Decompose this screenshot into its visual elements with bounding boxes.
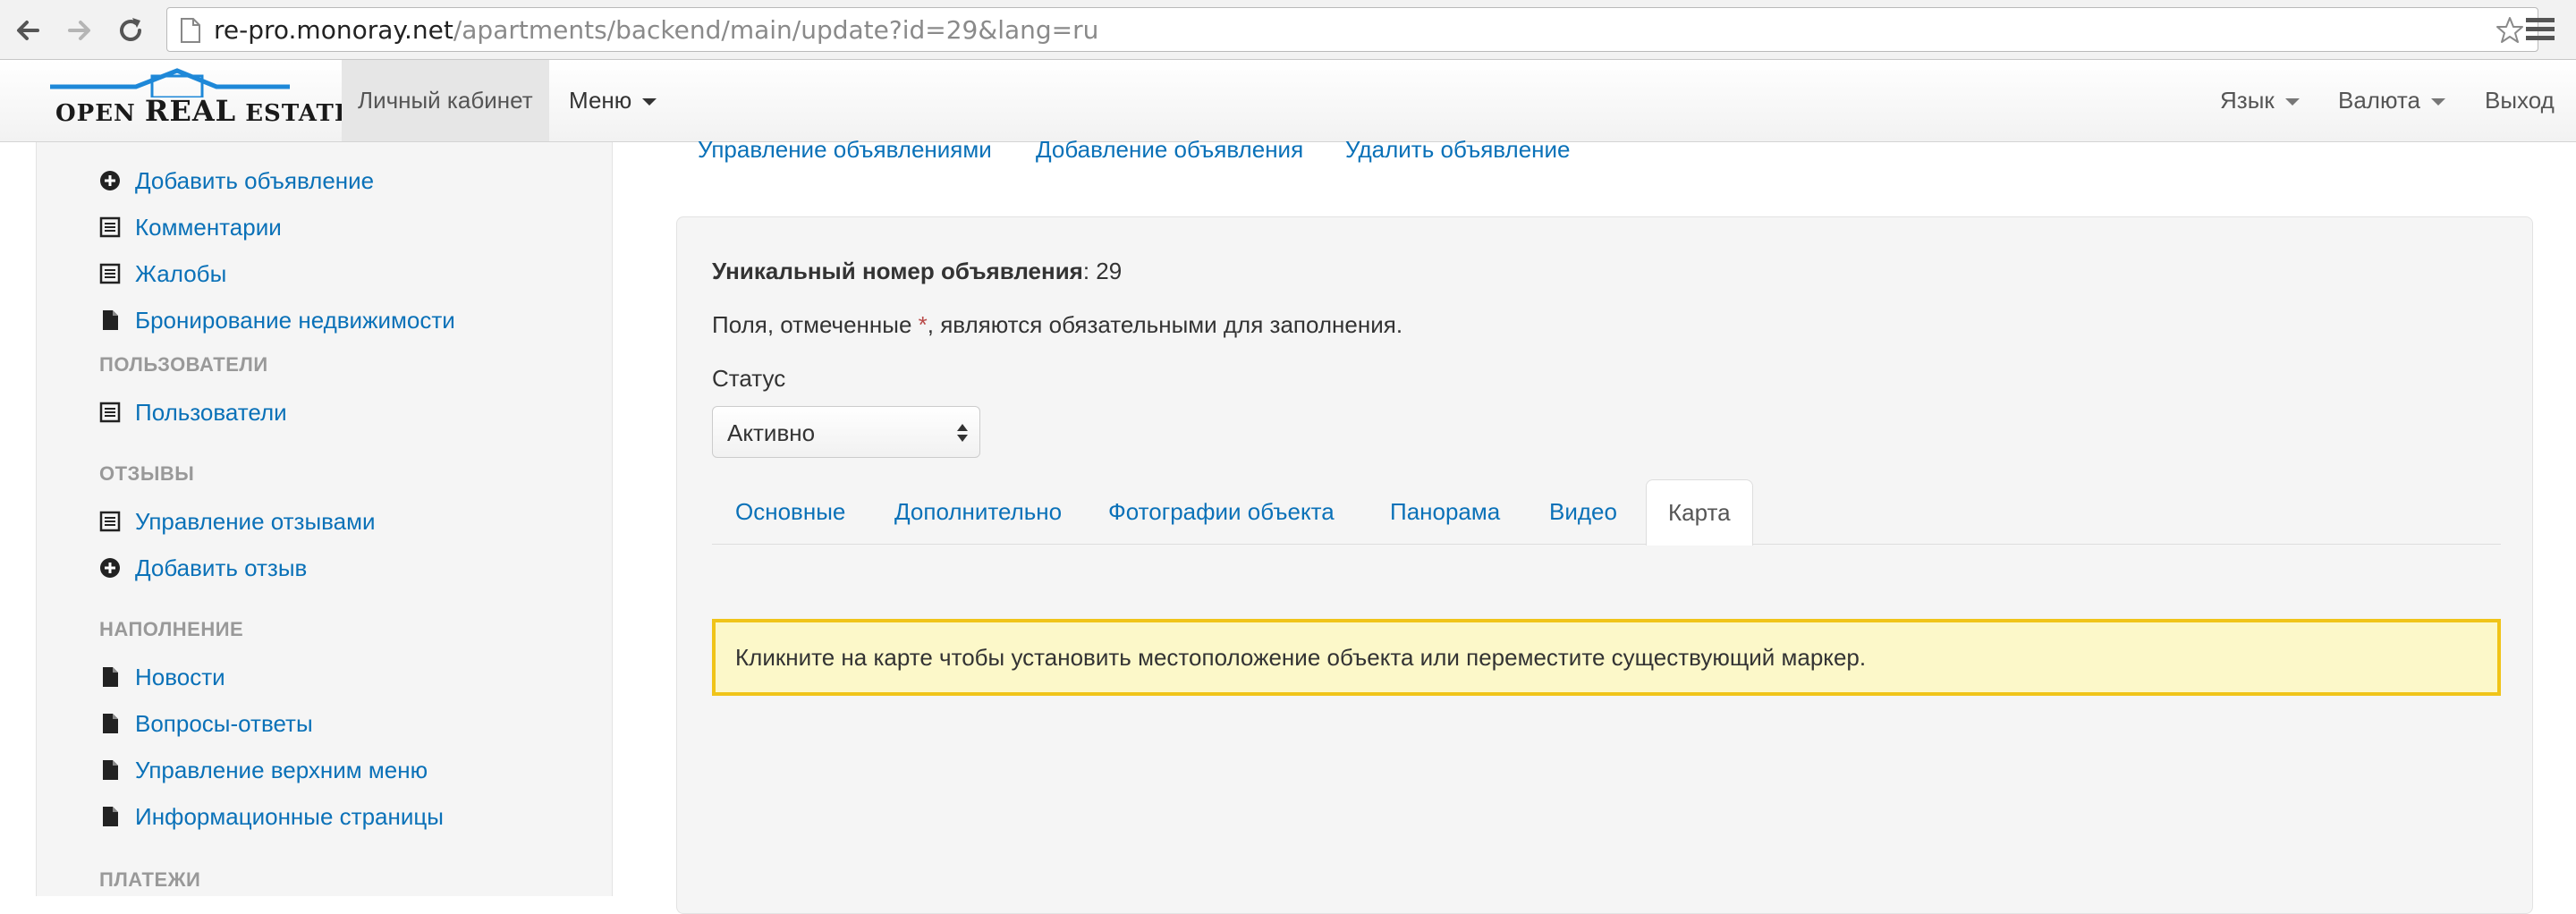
map-alert-text: Кликните на карте чтобы установить место…: [735, 644, 1867, 671]
sidebar-section-payments: ПЛАТЕЖИ: [99, 868, 201, 891]
logo-word-real: REAL: [144, 94, 237, 128]
sidebar-item-label: Вопросы-ответы: [135, 710, 313, 737]
unique-number-label: Уникальный номер объявления: [712, 258, 1083, 284]
nav-menu-label: Меню: [569, 87, 632, 114]
url-text: re-pro.monoray.net/apartments/backend/ma…: [214, 17, 1098, 44]
file-icon: [103, 667, 118, 687]
address-bar[interactable]: re-pro.monoray.net/apartments/backend/ma…: [166, 7, 2538, 52]
unique-number: Уникальный номер объявления: 29: [712, 258, 1122, 285]
plus-circle-icon: [100, 171, 120, 190]
sidebar: Добавить объявление Комментарии Жалобы Б…: [36, 142, 613, 896]
tab-map[interactable]: Карта: [1646, 479, 1753, 546]
file-icon: [103, 714, 118, 733]
menu-icon[interactable]: [2524, 14, 2556, 45]
sidebar-section-content: НАПОЛНЕНИЕ: [99, 618, 244, 640]
nav-language-dropdown[interactable]: Язык: [2220, 60, 2300, 141]
tab-video[interactable]: Видео: [1549, 479, 1617, 544]
status-label: Статус: [712, 365, 786, 392]
nav-currency-label: Валюта: [2338, 87, 2420, 114]
back-arrow-icon[interactable]: [11, 13, 47, 48]
site-navbar: OPEN REAL ESTATE Личный кабинет Меню Язы…: [0, 60, 2576, 142]
page-icon: [181, 18, 200, 43]
sidebar-item-label: Пользователи: [135, 399, 287, 426]
link-manage-listings[interactable]: Управление объявлениями: [698, 136, 992, 164]
required-note-suffix: , являются обязательными для заполнения.: [927, 311, 1403, 338]
file-icon: [103, 310, 118, 330]
tab-photos[interactable]: Фотографии объекта: [1108, 479, 1335, 544]
sidebar-item-label: Бронирование недвижимости: [135, 307, 455, 334]
sidebar-item-label: Управление отзывами: [135, 508, 376, 535]
status-select[interactable]: Активно: [712, 406, 980, 458]
select-arrows-icon: [957, 424, 968, 442]
logo-word-open: OPEN: [55, 100, 136, 127]
forward-arrow-icon[interactable]: [61, 13, 97, 48]
link-delete-listing[interactable]: Удалить объявление: [1345, 136, 1571, 164]
file-icon: [103, 807, 118, 826]
logo[interactable]: OPEN REAL ESTATE: [47, 67, 352, 133]
nav-menu-dropdown[interactable]: Меню: [569, 60, 657, 141]
browser-toolbar: re-pro.monoray.net/apartments/backend/ma…: [0, 0, 2576, 60]
nav-logout[interactable]: Выход: [2485, 60, 2555, 141]
required-note-prefix: Поля, отмеченные: [712, 311, 919, 338]
nav-currency-dropdown[interactable]: Валюта: [2338, 60, 2445, 141]
reload-icon[interactable]: [113, 13, 148, 48]
tab-panorama[interactable]: Панорама: [1390, 479, 1500, 544]
logo-text: OPEN REAL ESTATE: [55, 94, 353, 128]
file-icon: [103, 760, 118, 780]
link-add-listing[interactable]: Добавление объявления: [1036, 136, 1303, 164]
list-icon: [99, 216, 121, 238]
list-icon: [99, 263, 121, 284]
nav-language-label: Язык: [2220, 87, 2275, 114]
tabs-divider: [712, 544, 2501, 545]
sidebar-item-label: Комментарии: [135, 214, 282, 241]
logo-word-estate: ESTATE: [245, 100, 353, 127]
list-icon: [99, 511, 121, 532]
url-host: re-pro.monoray.net: [214, 15, 453, 45]
list-icon: [99, 402, 121, 423]
chevron-down-icon: [642, 98, 657, 106]
sidebar-item-label: Управление верхним меню: [135, 757, 428, 783]
required-star: *: [918, 311, 928, 338]
sidebar-section-users: ПОЛЬЗОВАТЕЛИ: [99, 353, 268, 376]
tab-additional[interactable]: Дополнительно: [894, 479, 1062, 544]
unique-number-value: : 29: [1082, 258, 1123, 284]
plus-circle-icon: [100, 558, 120, 578]
sidebar-item-label: Информационные страницы: [135, 803, 444, 830]
nav-cabinet[interactable]: Личный кабинет: [342, 60, 549, 141]
required-note: Поля, отмеченные *, являются обязательны…: [712, 311, 1402, 339]
sidebar-item-label: Новости: [135, 664, 225, 690]
sidebar-item-label: Жалобы: [135, 260, 227, 287]
sidebar-item-label: Добавить объявление: [135, 167, 375, 194]
url-path: /apartments/backend/main/update?id=29&la…: [453, 15, 1099, 45]
chevron-down-icon: [2430, 98, 2445, 106]
chevron-down-icon: [2284, 98, 2300, 106]
sidebar-section-reviews: ОТЗЫВЫ: [99, 462, 195, 485]
status-select-value: Активно: [727, 419, 816, 446]
star-icon[interactable]: [2495, 15, 2525, 46]
sidebar-item-label: Добавить отзыв: [135, 554, 308, 581]
logo-roof-icon: [50, 68, 290, 97]
tab-main[interactable]: Основные: [735, 479, 845, 544]
map-alert: Кликните на карте чтобы установить место…: [712, 619, 2501, 696]
